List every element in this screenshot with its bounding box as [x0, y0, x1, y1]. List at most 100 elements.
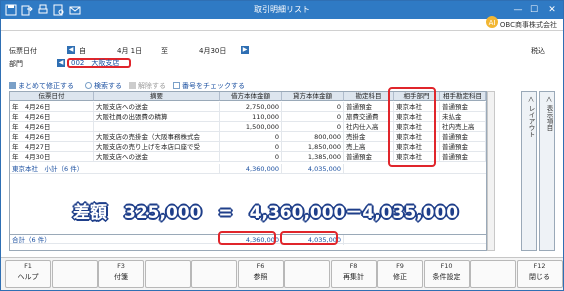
fkey-label: 修正: [393, 273, 407, 281]
delete-label: 解除する: [138, 82, 166, 90]
company-bar: AI OBC商事株式会社: [1, 16, 563, 31]
fkey-number: F3: [117, 262, 125, 270]
cell-debit: 110,000: [220, 112, 282, 122]
col-header-account[interactable]: 勘定科目: [344, 92, 394, 101]
fkey-12[interactable]: F12 閉じる: [516, 260, 563, 288]
difference-annotation: 差額 325,000 = 4,360,000－4,035,000: [73, 203, 459, 223]
prev-date-button[interactable]: ◀: [67, 46, 75, 54]
cell-date: 年 4月26日: [10, 102, 94, 112]
cell-debit: 0: [220, 152, 282, 162]
date-label: 伝票日付: [9, 47, 37, 55]
subtotal-label: 東京本社 小計（6 件）: [10, 164, 220, 174]
fkey-number: F6: [256, 262, 265, 270]
col-header-date[interactable]: 伝票日付: [10, 92, 94, 101]
search-link[interactable]: 検索する: [85, 81, 122, 91]
fkey-label: 参照: [253, 273, 268, 281]
search-icon: [85, 82, 92, 89]
delete-icon: [129, 82, 136, 89]
cell-debit: 0: [220, 132, 282, 142]
fkey-label: 付箋: [114, 273, 128, 281]
cell-counter: 普通預金: [440, 132, 486, 142]
check-rows-label: 番号をチェックする: [182, 82, 245, 90]
total-credit-highlight: [280, 231, 338, 245]
bulk-edit-label: まとめて修正する: [18, 82, 74, 90]
date-to-prefix: 至: [161, 47, 168, 55]
display-items-tab[interactable]: ＜ 表示項目: [539, 91, 555, 251]
cell-debit: 2,750,000: [220, 102, 282, 112]
app-window: 取引明細リスト — ☐ ✕ AI OBC商事株式会社 伝票日付 ◀ 自 4月 1…: [0, 0, 564, 291]
close-button[interactable]: ✕: [545, 3, 559, 17]
fkey-8[interactable]: F8 再集計: [330, 260, 377, 288]
cell-account: 普通預金: [344, 102, 394, 112]
cell-memo: 大阪支店への送金: [94, 102, 220, 112]
col-header-credit[interactable]: 貸方本体金額: [282, 92, 344, 101]
ai-assistant-icon[interactable]: AI: [485, 15, 499, 29]
fkey-4[interactable]: [144, 260, 191, 288]
cell-memo: 大阪支店への送金: [94, 152, 220, 162]
svg-text:AI: AI: [489, 19, 496, 27]
fkey-1[interactable]: F1 ヘルプ: [5, 260, 51, 288]
subtotal-credit: 4,035,000: [282, 164, 344, 174]
cell-credit: 0: [282, 122, 344, 132]
fkey-11[interactable]: [470, 260, 516, 288]
total-label: 合計（6 件）: [10, 235, 220, 245]
delete-link[interactable]: 解除する: [129, 81, 166, 91]
cell-date: 年 4月26日: [10, 122, 94, 132]
cell-credit: 1,385,000: [282, 152, 344, 162]
side-panel: ＜ レイアウト ＜ 表示項目: [521, 91, 557, 251]
minimize-button[interactable]: —: [511, 3, 525, 17]
fkey-10[interactable]: F10 条件設定: [423, 260, 470, 288]
cell-account: 売掛金: [344, 132, 394, 142]
prev-dept-button[interactable]: ◀: [57, 59, 65, 67]
check-rows-link[interactable]: 番号をチェックする: [173, 81, 245, 91]
cell-memo: [94, 122, 220, 132]
fkey-2[interactable]: [51, 260, 98, 288]
edit-icon: [9, 82, 16, 89]
counter-dept-highlight: [388, 87, 436, 167]
cell-counter: 社内売上高: [440, 122, 486, 132]
fkey-3[interactable]: F3 付箋: [98, 260, 144, 288]
fkey-number: F1: [24, 262, 32, 270]
fkey-5[interactable]: [191, 260, 237, 288]
cell-account: 社内仕入高: [344, 122, 394, 132]
date-from[interactable]: 4月 1日: [117, 46, 142, 56]
cell-credit: 0: [282, 102, 344, 112]
col-header-memo[interactable]: 摘要: [94, 92, 220, 101]
dept-field[interactable]: 002 大阪支店: [67, 58, 131, 68]
cell-debit: 0: [220, 142, 282, 152]
cell-counter: 普通預金: [440, 102, 486, 112]
date-to[interactable]: 4月30日: [199, 46, 226, 56]
total-debit-highlight: [218, 231, 276, 245]
vertical-scrollbar[interactable]: [487, 91, 495, 251]
cell-account: 普通預金: [344, 152, 394, 162]
fkey-6[interactable]: F6 参照: [237, 260, 284, 288]
cell-memo: 大阪社員の出張費の精算: [94, 112, 220, 122]
cell-memo: 大阪支店の売り上げを本店口座で受: [94, 142, 220, 152]
col-header-debit[interactable]: 借方本体金額: [220, 92, 282, 101]
fkey-9[interactable]: F9 修正: [377, 260, 423, 288]
fkey-number: F9: [396, 262, 404, 270]
layout-tab[interactable]: ＜ レイアウト: [521, 91, 537, 251]
fkey-label: 再集計: [343, 273, 364, 281]
subtotal-debit: 4,360,000: [220, 164, 282, 174]
maximize-button[interactable]: ☐: [527, 3, 541, 17]
cell-credit: 800,000: [282, 132, 344, 142]
fkey-number: F10: [440, 262, 453, 270]
search-label: 検索する: [94, 82, 122, 90]
next-date-button[interactable]: ▶: [241, 46, 249, 54]
fkey-7[interactable]: [284, 260, 330, 288]
cell-date: 年 4月30日: [10, 152, 94, 162]
cell-date: 年 4月26日: [10, 112, 94, 122]
cell-counter: 未払金: [440, 112, 486, 122]
function-key-bar: F1 ヘルプ F3 付箋 F6 参照 F8 再集計 F9 修正 F10 条件設定 F12 閉じる: [1, 257, 563, 290]
cell-date: 年 4月26日: [10, 132, 94, 142]
fkey-number: F12: [533, 262, 546, 270]
fkey-number: F8: [349, 262, 358, 270]
company-name: OBC商事株式会社: [499, 21, 557, 29]
cell-counter: 普通預金: [440, 142, 486, 152]
bulk-edit-link[interactable]: まとめて修正する: [9, 81, 74, 91]
window-title: 取引明細リスト: [254, 5, 310, 14]
col-header-counter-account[interactable]: 相手勘定科目: [440, 92, 486, 101]
cell-debit: 1,500,000: [220, 122, 282, 132]
cell-counter: 普通預金: [440, 152, 486, 162]
